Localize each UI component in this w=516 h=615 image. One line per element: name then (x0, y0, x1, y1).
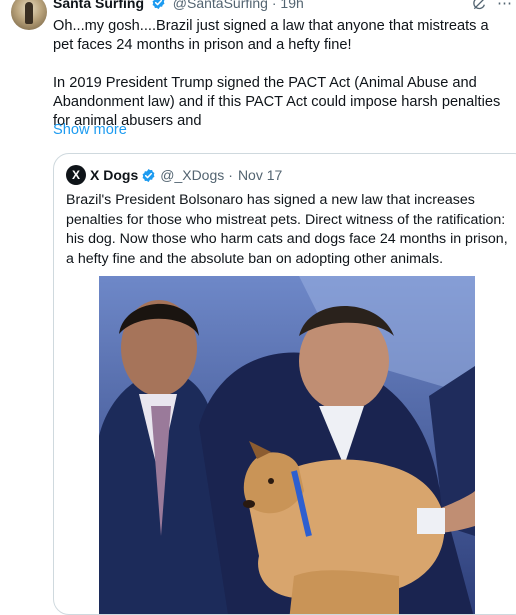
author-handle[interactable]: @SantaSurfing (173, 0, 268, 11)
author-avatar[interactable] (11, 0, 47, 30)
quoted-tweet[interactable]: X X Dogs @_XDogs · Nov 17 Brazil's Presi… (53, 153, 516, 615)
quote-handle[interactable]: @_XDogs (160, 167, 224, 183)
separator-dot: · (271, 0, 277, 11)
quote-photo[interactable] (99, 276, 475, 614)
tweet-paragraph: Oh...my gosh....Brazil just signed a law… (53, 18, 489, 53)
quote-header: X X Dogs @_XDogs · Nov 17 (66, 165, 282, 185)
tweet-actions-top: ⋯ (471, 0, 512, 12)
avatar-figure (25, 2, 33, 24)
grok-icon[interactable] (471, 0, 487, 12)
show-more-link[interactable]: Show more (53, 122, 127, 138)
tweet-header: Santa Surfing @SantaSurfing · 19h (53, 0, 304, 11)
author-name[interactable]: Santa Surfing (53, 0, 144, 11)
tweet-text: Oh...my gosh....Brazil just signed a law… (53, 17, 509, 131)
separator-dot: · (228, 167, 233, 183)
quote-text: Brazil's President Bolsonaro has signed … (66, 192, 508, 267)
quote-avatar[interactable]: X (66, 165, 86, 185)
photo-illustration (99, 276, 475, 614)
verified-badge-icon (152, 0, 165, 10)
more-icon[interactable]: ⋯ (497, 0, 512, 12)
quote-date[interactable]: Nov 17 (238, 167, 282, 183)
verified-badge-icon (142, 168, 155, 182)
tweet-time[interactable]: 19h (280, 0, 303, 11)
quote-author-name[interactable]: X Dogs (90, 167, 138, 183)
